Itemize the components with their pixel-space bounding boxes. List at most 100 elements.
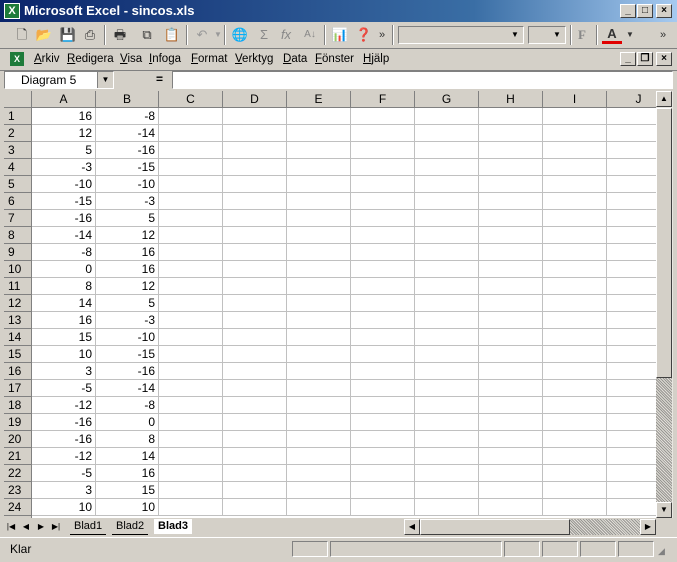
cell-d24[interactable] xyxy=(223,499,287,516)
cell-g3[interactable] xyxy=(415,142,479,159)
cell-i15[interactable] xyxy=(543,346,607,363)
cell-c1[interactable] xyxy=(159,108,223,125)
cell-j7[interactable] xyxy=(607,210,656,227)
cell-j10[interactable] xyxy=(607,261,656,278)
menu-arkiv[interactable]: Arkiv xyxy=(34,53,60,65)
cell-h13[interactable] xyxy=(479,312,543,329)
horizontal-scrollbar[interactable]: ◀ ▶ xyxy=(404,519,656,535)
chart-wizard-icon[interactable]: 📊 xyxy=(330,25,350,45)
cell-e5[interactable] xyxy=(287,176,351,193)
hyperlink-icon[interactable]: 🌐 xyxy=(230,25,250,45)
cell-d20[interactable] xyxy=(223,431,287,448)
cell-d5[interactable] xyxy=(223,176,287,193)
row-header[interactable]: 2 xyxy=(4,125,32,142)
cell-c17[interactable] xyxy=(159,380,223,397)
cell-f13[interactable] xyxy=(351,312,415,329)
cell-f12[interactable] xyxy=(351,295,415,312)
row-header[interactable]: 3 xyxy=(4,142,32,159)
cell-j16[interactable] xyxy=(607,363,656,380)
cell-d14[interactable] xyxy=(223,329,287,346)
chevron-down-icon[interactable]: ▼ xyxy=(97,72,113,88)
vertical-scrollbar[interactable]: ▲ ▼ xyxy=(656,91,673,518)
cell-d22[interactable] xyxy=(223,465,287,482)
cell-c22[interactable] xyxy=(159,465,223,482)
open-folder-icon[interactable]: 📂 xyxy=(34,25,54,45)
cell-b11[interactable]: 12 xyxy=(96,278,159,295)
save-icon[interactable]: 💾 xyxy=(58,25,78,45)
cell-h1[interactable] xyxy=(479,108,543,125)
close-button[interactable]: × xyxy=(656,4,672,18)
cell-f11[interactable] xyxy=(351,278,415,295)
menu-hjalp[interactable]: Hjälp xyxy=(363,53,389,65)
cell-a16[interactable]: 3 xyxy=(32,363,96,380)
cell-h2[interactable] xyxy=(479,125,543,142)
cell-e13[interactable] xyxy=(287,312,351,329)
cell-e1[interactable] xyxy=(287,108,351,125)
cell-j4[interactable] xyxy=(607,159,656,176)
last-sheet-icon[interactable]: ▶| xyxy=(49,519,63,534)
cell-d7[interactable] xyxy=(223,210,287,227)
cell-g17[interactable] xyxy=(415,380,479,397)
cell-f10[interactable] xyxy=(351,261,415,278)
cell-g4[interactable] xyxy=(415,159,479,176)
row-header[interactable]: 14 xyxy=(4,329,32,346)
sort-ascending-icon[interactable]: A↓ xyxy=(300,25,320,45)
cell-h19[interactable] xyxy=(479,414,543,431)
cell-c6[interactable] xyxy=(159,193,223,210)
cell-i1[interactable] xyxy=(543,108,607,125)
cell-f23[interactable] xyxy=(351,482,415,499)
cell-b19[interactable]: 0 xyxy=(96,414,159,431)
cell-b8[interactable]: 12 xyxy=(96,227,159,244)
row-header[interactable]: 20 xyxy=(4,431,32,448)
cell-h14[interactable] xyxy=(479,329,543,346)
cell-i10[interactable] xyxy=(543,261,607,278)
cell-g7[interactable] xyxy=(415,210,479,227)
row-header[interactable]: 23 xyxy=(4,482,32,499)
cell-d21[interactable] xyxy=(223,448,287,465)
cell-d10[interactable] xyxy=(223,261,287,278)
cell-h3[interactable] xyxy=(479,142,543,159)
cell-d18[interactable] xyxy=(223,397,287,414)
row-header[interactable]: 13 xyxy=(4,312,32,329)
row-header[interactable] xyxy=(4,516,32,518)
cell-b16[interactable]: -16 xyxy=(96,363,159,380)
cell-g6[interactable] xyxy=(415,193,479,210)
cell-h8[interactable] xyxy=(479,227,543,244)
menu-data[interactable]: Data xyxy=(283,53,307,65)
cell-e15[interactable] xyxy=(287,346,351,363)
function-icon[interactable]: fx xyxy=(276,25,296,45)
cell-i5[interactable] xyxy=(543,176,607,193)
vertical-scroll-thumb[interactable] xyxy=(656,108,672,378)
cell-f22[interactable] xyxy=(351,465,415,482)
font-color-dropdown-icon[interactable]: ▼ xyxy=(620,25,640,45)
cell-a2[interactable]: 12 xyxy=(32,125,96,142)
sheet-tab-blad1[interactable]: Blad1 xyxy=(70,519,107,535)
cell-a24[interactable]: 10 xyxy=(32,499,96,516)
row-header[interactable]: 4 xyxy=(4,159,32,176)
cell-d11[interactable] xyxy=(223,278,287,295)
cell-f19[interactable] xyxy=(351,414,415,431)
cell-c8[interactable] xyxy=(159,227,223,244)
cell-a21[interactable]: -12 xyxy=(32,448,96,465)
cell-j12[interactable] xyxy=(607,295,656,312)
row-header[interactable]: 6 xyxy=(4,193,32,210)
cell-i7[interactable] xyxy=(543,210,607,227)
cell-c15[interactable] xyxy=(159,346,223,363)
cell-h18[interactable] xyxy=(479,397,543,414)
cell-h17[interactable] xyxy=(479,380,543,397)
cell-b17[interactable]: -14 xyxy=(96,380,159,397)
cell-e6[interactable] xyxy=(287,193,351,210)
cell-e22[interactable] xyxy=(287,465,351,482)
cell-c7[interactable] xyxy=(159,210,223,227)
cell-i22[interactable] xyxy=(543,465,607,482)
prev-sheet-icon[interactable]: ◀ xyxy=(19,519,33,534)
cell-h23[interactable] xyxy=(479,482,543,499)
cell-g11[interactable] xyxy=(415,278,479,295)
cell-f18[interactable] xyxy=(351,397,415,414)
cell-f1[interactable] xyxy=(351,108,415,125)
cell-a15[interactable]: 10 xyxy=(32,346,96,363)
cell-c12[interactable] xyxy=(159,295,223,312)
cell-e21[interactable] xyxy=(287,448,351,465)
cell-i6[interactable] xyxy=(543,193,607,210)
cell-i18[interactable] xyxy=(543,397,607,414)
